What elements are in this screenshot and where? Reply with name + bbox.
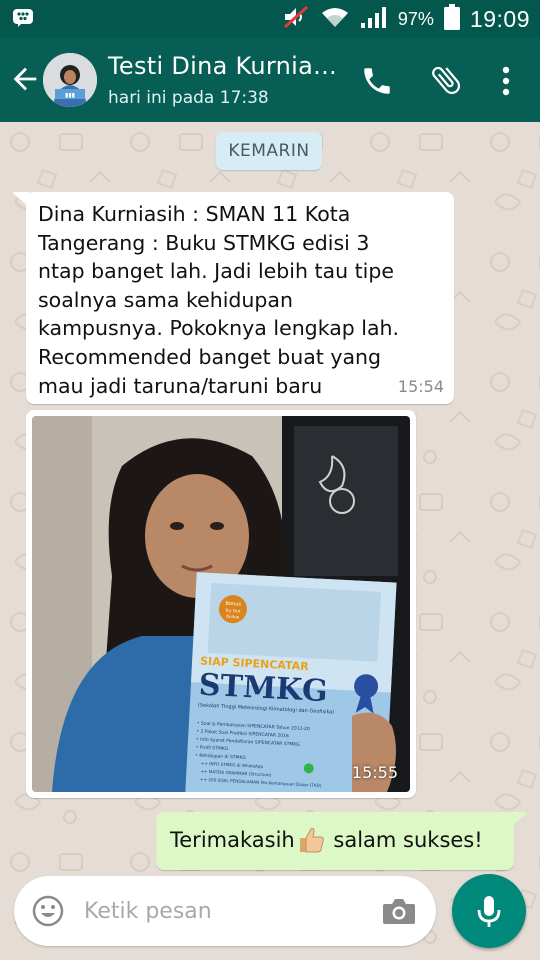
avatar[interactable]: ▮▮▮ (43, 53, 97, 107)
incoming-message[interactable]: Dina Kurniasih : SMAN 11 Kota Tangerang … (26, 192, 454, 404)
message-line: ntap banget lah. Jadi lebih tau tipe (38, 259, 394, 284)
last-seen-status: hari ini pada 17:38 (108, 88, 269, 108)
photo-time: 15:55 (351, 763, 398, 782)
wifi-icon (320, 5, 350, 33)
message-text: Dina Kurniasih : SMAN 11 Kota Tangerang … (38, 200, 442, 400)
incoming-image-message[interactable]: Bonus Try Out Online SIAP SIPENCATAR STM… (26, 410, 416, 798)
date-divider: KEMARIN (216, 132, 322, 170)
contact-name[interactable]: Testi Dina Kurnia... (108, 52, 337, 80)
message-line: kampusnya. Pokoknya lengkap lah. (38, 316, 400, 341)
message-text: Terimakasih salam sukses! (170, 826, 483, 854)
paperclip-icon[interactable] (428, 62, 464, 98)
battery-percent: 97% (397, 8, 434, 29)
phone-icon[interactable] (360, 64, 394, 98)
bbm-icon (12, 8, 34, 32)
message-line: Dina Kurniasih : SMAN 11 Kota (38, 202, 351, 226)
signal-icon (360, 5, 388, 33)
svg-text:Try Out: Try Out (224, 608, 241, 614)
chat-area[interactable]: KEMARIN Dina Kurniasih : SMAN 11 Kota Ta… (0, 122, 540, 960)
mic-button[interactable] (452, 874, 526, 948)
thumbs-up-emoji-icon (296, 826, 326, 854)
message-input[interactable] (84, 894, 364, 928)
message-composer (14, 876, 436, 946)
message-line: mau jadi taruna/taruni baru (38, 373, 323, 398)
svg-text:▮▮▮: ▮▮▮ (65, 92, 75, 99)
battery-icon (443, 4, 460, 34)
message-line: Recommended banget buat yang (38, 344, 382, 369)
message-text-part: salam sukses! (326, 828, 483, 852)
message-text-part: Terimakasih (170, 828, 295, 852)
camera-icon[interactable] (382, 896, 416, 926)
photo-thumbnail[interactable]: Bonus Try Out Online SIAP SIPENCATAR STM… (32, 416, 410, 792)
status-bar: 97% 19:09 (0, 0, 540, 38)
mute-icon (282, 5, 310, 33)
emoji-icon[interactable] (32, 895, 64, 927)
message-line: Tangerang : Buku STMKG edisi 3 (38, 230, 370, 255)
outgoing-message[interactable]: Terimakasih salam sukses! (156, 812, 514, 870)
message-line: soalnya sama kehidupan (38, 287, 293, 312)
bubble-tail (510, 812, 527, 828)
svg-text:Online: Online (226, 614, 240, 620)
back-arrow-icon[interactable] (8, 62, 42, 96)
chat-header: ▮▮▮ Testi Dina Kurnia... hari ini pada 1… (0, 38, 540, 122)
mic-icon (477, 896, 501, 927)
message-time: 15:54 (397, 377, 444, 396)
clock: 19:09 (469, 5, 530, 32)
svg-text:Bonus: Bonus (225, 601, 241, 608)
more-vert-icon[interactable] (496, 64, 516, 98)
